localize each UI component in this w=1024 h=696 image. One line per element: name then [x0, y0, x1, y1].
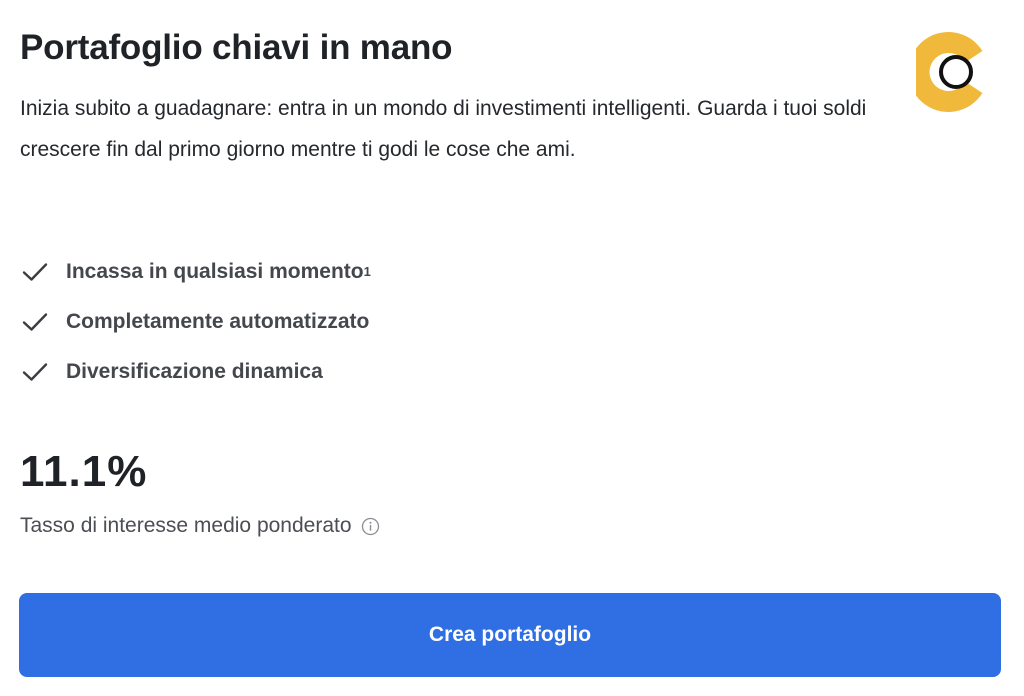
feature-label: Diversificazione dinamica [66, 360, 323, 383]
card-description: Inizia subito a guadagnare: entra in un … [20, 97, 867, 161]
checkmark-icon [20, 357, 50, 387]
feature-item: Completamente automatizzato [20, 297, 371, 347]
feature-item: Incassa in qualsiasi momento 1 [20, 247, 371, 297]
card-title: Portafoglio chiavi in mano [20, 28, 453, 67]
feature-item: Diversificazione dinamica [20, 347, 371, 397]
interest-rate-label: Tasso di interesse medio ponderato [20, 514, 352, 537]
portfolio-card: Portafoglio chiavi in mano Inizia subito… [0, 0, 1024, 696]
feature-list: Incassa in qualsiasi momento 1 Completame… [20, 247, 371, 397]
create-portfolio-button[interactable]: Crea portafoglio [19, 593, 1001, 677]
checkmark-icon [20, 307, 50, 337]
brand-logo-icon [908, 32, 986, 112]
feature-label: Completamente automatizzato [66, 310, 370, 333]
feature-label: Incassa in qualsiasi momento [66, 260, 364, 283]
checkmark-icon [20, 257, 50, 287]
interest-rate-value: 11.1% [20, 447, 148, 496]
interest-rate-label-row: Tasso di interesse medio ponderato [20, 510, 380, 542]
info-icon[interactable] [361, 517, 380, 536]
